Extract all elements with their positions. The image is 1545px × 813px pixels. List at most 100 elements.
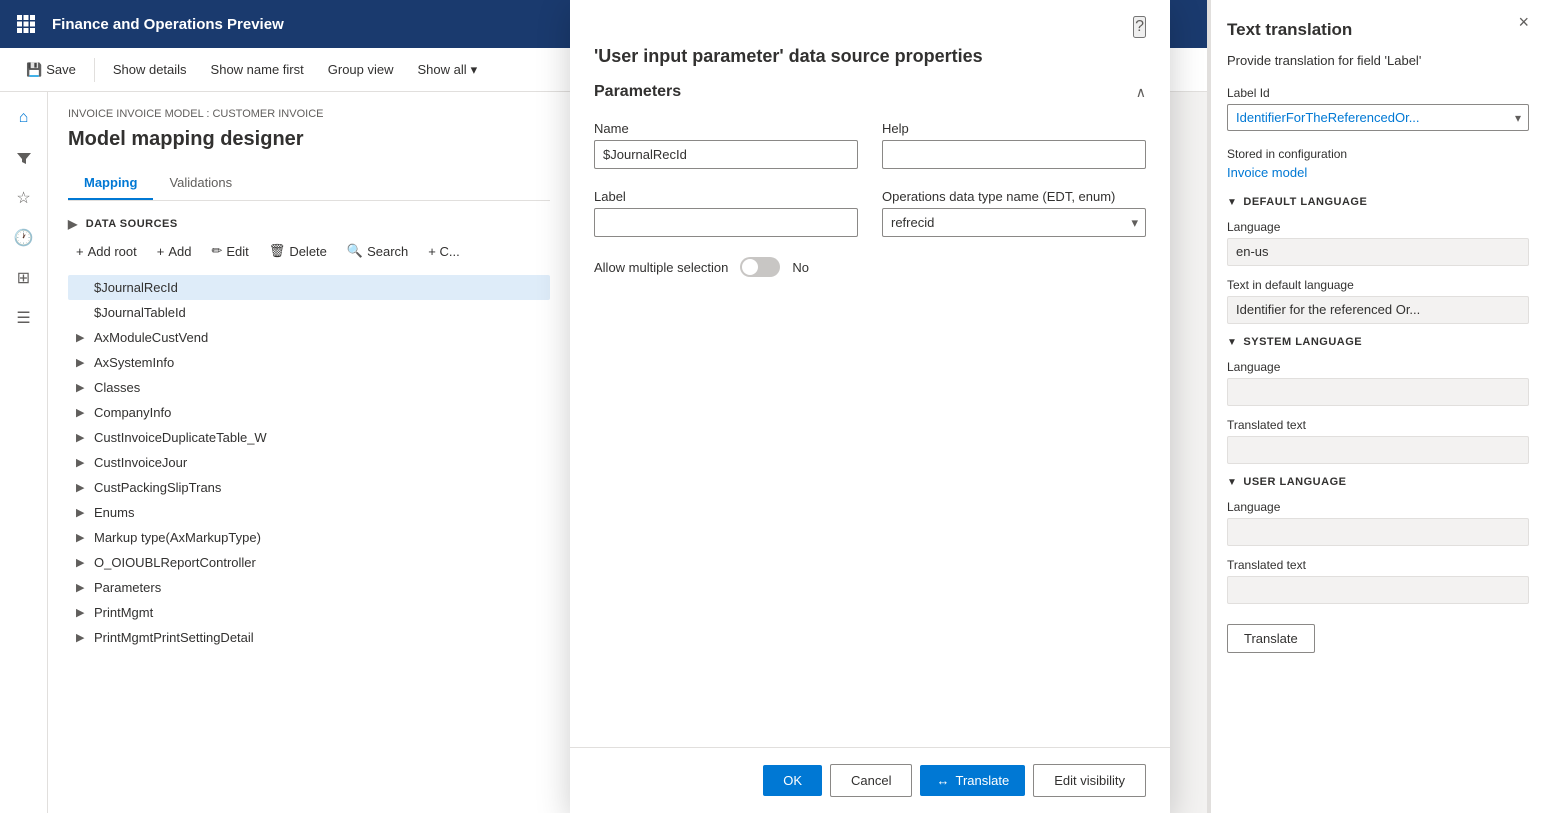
ok-button[interactable]: OK [763,765,822,796]
show-all-button[interactable]: Show all ▾ [408,56,488,84]
add-button[interactable]: + Add [149,240,200,263]
sidebar-item-star[interactable]: ☆ [6,180,42,216]
item-chevron-icon: ▶ [76,556,88,569]
delete-button[interactable]: 🗑 Delete [261,239,335,263]
tab-validations[interactable]: Validations [153,167,248,200]
sidebar-item-grid[interactable]: ⊞ [6,260,42,296]
tree-item-markuptype[interactable]: ▶ Markup type(AxMarkupType) [68,525,550,550]
label-operations-row: Label Operations data type name (EDT, en… [594,189,1146,237]
item-chevron-icon: ▶ [76,331,88,344]
operations-label: Operations data type name (EDT, enum) [882,189,1146,204]
tree-item-axsysteminfo[interactable]: ▶ AxSystemInfo [68,350,550,375]
rp-translate-button[interactable]: Translate [1227,624,1315,653]
allow-multiple-label: Allow multiple selection [594,260,728,275]
label-id-dropdown-wrap: IdentifierForTheReferencedOr... ▾ [1227,104,1529,131]
help-input[interactable] [882,140,1146,169]
label-input[interactable] [594,208,858,237]
show-details-button[interactable]: Show details [103,56,197,83]
default-language-section: ▼ DEFAULT LANGUAGE [1227,196,1529,208]
translate-button[interactable]: ↔ Translate [920,765,1025,796]
operations-select-wrap: refrecid ▾ [882,208,1146,237]
name-help-row: Name Help [594,121,1146,169]
datasources-header: ▶ DATA SOURCES [68,217,550,231]
params-section-header: Parameters ∧ [594,83,1146,101]
tree-item-journaltableid[interactable]: $JournalTableId [68,300,550,325]
add-root-button[interactable]: + Add root [68,240,145,263]
breadcrumb: INVOICE INVOICE MODEL : CUSTOMER INVOICE [68,108,550,120]
right-panel-subtitle: Provide translation for field 'Label' [1227,52,1529,70]
modal-title: 'User input parameter' data source prope… [570,38,1170,83]
tree-item-enums[interactable]: ▶ Enums [68,500,550,525]
save-button[interactable]: 💾 Save [16,56,86,84]
item-chevron-icon: ▶ [76,631,88,644]
item-chevron-icon: ▶ [76,606,88,619]
user-language-section: ▼ USER LANGUAGE [1227,476,1529,488]
user-lang-label: Language [1227,500,1529,514]
add-icon: + [157,244,165,259]
save-icon: 💾 [26,62,42,78]
item-chevron-icon: ▶ [76,381,88,394]
tree-item-printmgmt[interactable]: ▶ PrintMgmt [68,600,550,625]
help-button[interactable]: ? [1133,16,1146,38]
left-sidebar: ⌂ ☆ 🕐 ⊞ ☰ [0,92,48,813]
default-lang-label: Language [1227,220,1529,234]
name-label: Name [594,121,858,136]
label-group: Label [594,189,858,237]
default-text-label: Text in default language [1227,278,1529,292]
show-all-chevron-icon: ▾ [471,62,478,78]
tree-item-parameters[interactable]: ▶ Parameters [68,575,550,600]
tree-item-classes[interactable]: ▶ Classes [68,375,550,400]
tree-item-journalrecid[interactable]: $JournalRecId [68,275,550,300]
default-lang-value: en-us [1227,238,1529,266]
apps-grid-icon[interactable] [12,10,40,38]
datasource-tree: $JournalRecId $JournalTableId ▶ AxModule… [68,275,550,650]
tree-item-axmodulecustvend[interactable]: ▶ AxModuleCustVend [68,325,550,350]
tree-item-printmgmtprintsettingdetail[interactable]: ▶ PrintMgmtPrintSettingDetail [68,625,550,650]
name-input[interactable] [594,140,858,169]
right-panel: × Text translation Provide translation f… [1210,0,1545,813]
tree-item-custinvoicejour[interactable]: ▶ CustInvoiceJour [68,450,550,475]
allow-multiple-toggle[interactable] [740,257,780,277]
system-lang-value [1227,378,1529,406]
collapse-params-button[interactable]: ∧ [1136,84,1146,101]
search-button[interactable]: 🔍 Search [339,239,416,263]
group-view-button[interactable]: Group view [318,56,404,83]
item-chevron-icon: ▶ [76,581,88,594]
more-button[interactable]: + C... [420,240,467,263]
operations-select[interactable]: refrecid [882,208,1146,237]
modal-dialog: ? 'User input parameter' data source pro… [570,0,1170,813]
default-lang-chevron-icon: ▼ [1227,197,1237,208]
tree-item-custinvoiceduplicatetable[interactable]: ▶ CustInvoiceDuplicateTable_W [68,425,550,450]
system-translated-label: Translated text [1227,418,1529,432]
app-title: Finance and Operations Preview [52,16,284,33]
show-name-first-button[interactable]: Show name first [201,56,314,83]
translate-icon: ↔ [936,773,949,788]
cancel-button[interactable]: Cancel [830,764,912,797]
sidebar-item-clock[interactable]: 🕐 [6,220,42,256]
close-button[interactable]: × [1518,12,1529,33]
sidebar-item-home[interactable]: ⌂ [6,100,42,136]
delete-icon: 🗑 [269,243,286,259]
tree-item-custpackingsliptrans[interactable]: ▶ CustPackingSlipTrans [68,475,550,500]
allow-multiple-value: No [792,260,809,275]
edit-button[interactable]: ✏ Edit [203,239,256,263]
item-chevron-icon: ▶ [76,431,88,444]
system-language-section: ▼ SYSTEM LANGUAGE [1227,336,1529,348]
tree-item-oioublreportcontroller[interactable]: ▶ O_OIOUBLReportController [68,550,550,575]
tree-item-companyinfo[interactable]: ▶ CompanyInfo [68,400,550,425]
tab-mapping[interactable]: Mapping [68,167,153,200]
item-chevron-icon: ▶ [76,481,88,494]
edit-visibility-button[interactable]: Edit visibility [1033,764,1146,797]
allow-multiple-row: Allow multiple selection No [594,257,1146,277]
label-id-dropdown[interactable]: IdentifierForTheReferencedOr... [1227,104,1529,131]
operations-group: Operations data type name (EDT, enum) re… [882,189,1146,237]
tab-bar: Mapping Validations [68,167,550,201]
add-root-icon: + [76,244,84,259]
toolbar-divider-1 [94,58,95,82]
edit-icon: ✏ [211,243,222,259]
sidebar-item-list[interactable]: ☰ [6,300,42,336]
user-translated-label: Translated text [1227,558,1529,572]
stored-in-label: Stored in configuration [1227,147,1529,161]
sidebar-item-filter[interactable] [6,140,42,176]
stored-in-value: Invoice model [1227,165,1529,180]
